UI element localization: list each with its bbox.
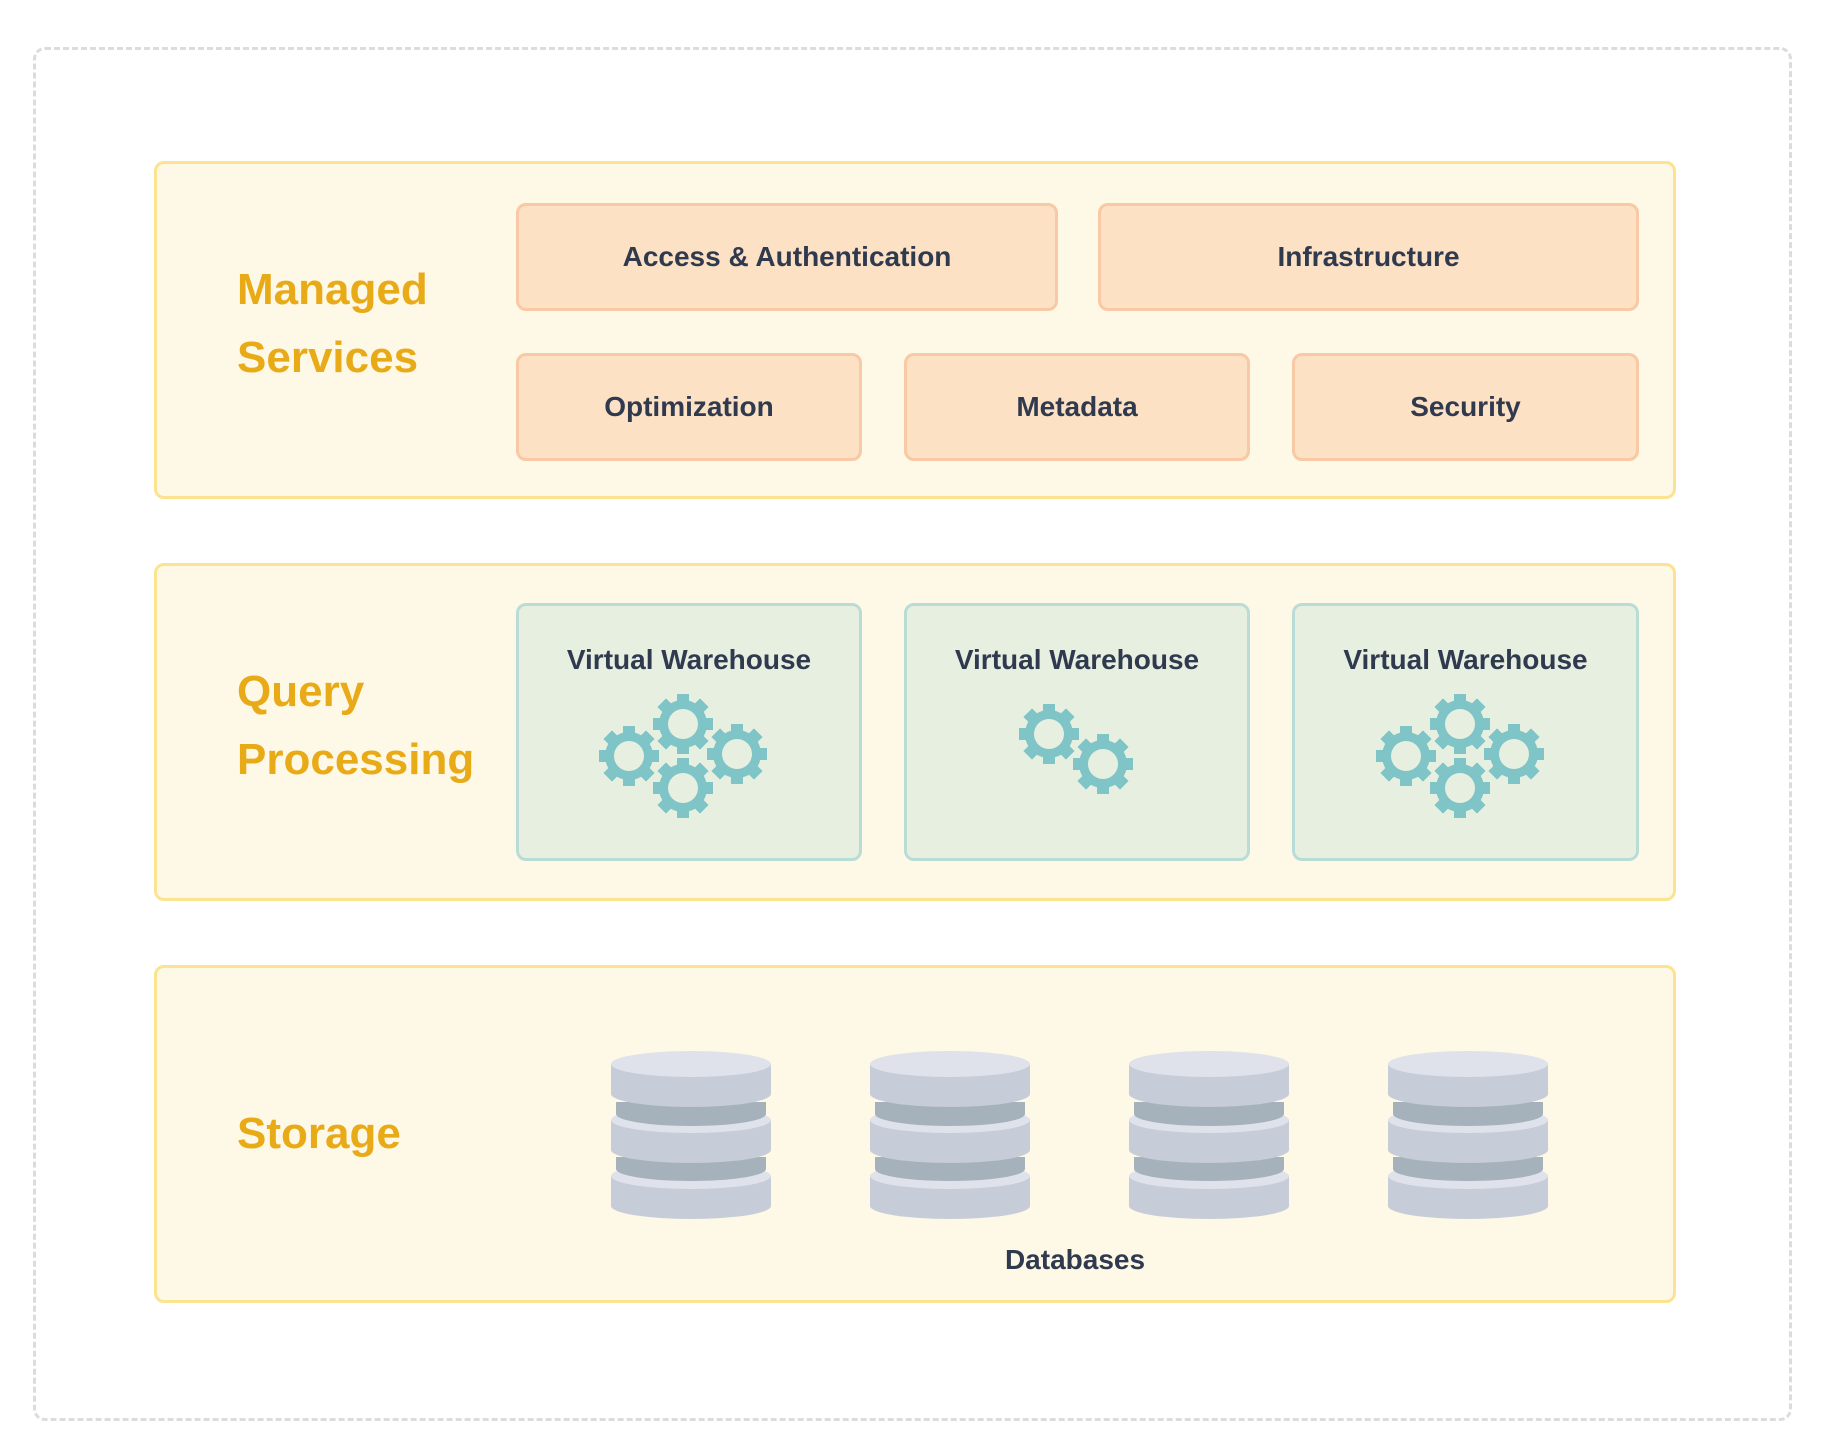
query-processing-layer: Query Processing Virtual Warehouse Virtu… [154,563,1676,901]
warehouse-label: Virtual Warehouse [954,644,1200,675]
virtual-warehouse: Virtual Warehouse [516,603,862,861]
service-security: Security [1292,353,1639,461]
layer-title: Query Processing [237,658,474,794]
warehouse-label: Virtual Warehouse [566,644,812,675]
service-label: Optimization [604,391,774,422]
managed-services-layer: Managed Services Access & Authentication… [154,161,1676,499]
database-icon [1388,1051,1548,1219]
database-icon [1129,1051,1289,1219]
service-optimization: Optimization [516,353,862,461]
service-label: Metadata [1016,391,1138,422]
layer-title-line: Storage [237,1109,401,1158]
layer-title-line: Query [237,667,365,716]
gears-group [1375,694,1544,818]
gear-icon [653,758,713,818]
service-label: Access & Authentication [622,241,952,272]
service-infrastructure: Infrastructure [1098,203,1639,311]
database-icon [611,1051,771,1219]
service-label: Security [1410,391,1521,422]
gear-icon [599,726,659,786]
gear-icon [653,694,713,754]
layer-title-line: Services [237,333,419,382]
virtual-warehouse: Virtual Warehouse [1292,603,1639,861]
virtual-warehouse: Virtual Warehouse [904,603,1250,861]
database-icon [870,1051,1030,1219]
gear-icon [1483,724,1544,784]
gear-icon [1429,758,1490,818]
layer-title: Managed Services [237,256,428,392]
layer-title: Storage [237,1100,401,1168]
layer-title-line: Managed [237,265,428,314]
gear-icon [707,724,767,784]
service-metadata: Metadata [904,353,1250,461]
warehouse-label: Virtual Warehouse [1343,644,1588,675]
gear-icon [1375,726,1436,786]
layer-title-line: Processing [237,735,475,784]
databases-label: Databases [1004,1244,1146,1275]
service-access-authentication: Access & Authentication [516,203,1058,311]
gears-group [599,694,767,818]
service-label: Infrastructure [1277,241,1460,272]
gear-icon [1429,694,1490,754]
gears-group [1019,704,1133,794]
gear-icon [1019,704,1079,764]
storage-layer: Storage Databases [154,965,1676,1303]
gear-icon [1073,734,1133,794]
